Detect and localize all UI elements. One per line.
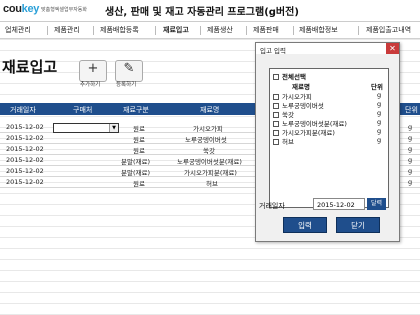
list-header-name: 재료명 [292,83,310,91]
register-label: 등록하기 [116,82,137,88]
coukey-logo: coukey [3,3,40,15]
menu-production[interactable]: 제품생산 [207,25,233,35]
menu-recipe-info[interactable]: 제품배합정보 [299,25,338,35]
material-list[interactable]: 전체선택 재료명 단위 가시오가피 g 노루궁뎅이버섯 g 쑥갓 g 노루궁뎅이… [269,68,389,208]
app-title: 생산, 판매 및 재고 자동관리 프로그램(g버전) [105,7,299,18]
dialog-title: 입고 입력 [256,43,399,55]
date-field[interactable]: 2015-12-02 [313,198,365,210]
page-title: 재료입고 [2,58,58,76]
input-button[interactable]: 입력 [283,217,327,233]
pencil-icon: ✎ [123,61,135,76]
checkbox-icon[interactable] [273,139,279,145]
top-bar: coukey 맞춤형엑셀업무자동화 생산, 판매 및 재고 자동관리 프로그램(… [0,0,420,22]
calendar-button[interactable]: 달력 [367,198,386,210]
logo-tagline: 맞춤형엑셀업무자동화 [41,7,88,13]
col-unit: 단위 [405,106,418,114]
menu-inout-history[interactable]: 제품입출고내역 [366,25,411,35]
register-button[interactable]: ✎ [115,60,143,82]
menu-recipe-register[interactable]: 제품배합등록 [100,25,139,35]
chevron-down-icon[interactable]: ▼ [109,124,118,132]
menu-bar: 업체관리 제품관리 제품배합등록 재료입고 제품생산 제품판매 제품배합정보 제… [0,22,420,39]
add-label: 추가하기 [80,82,101,88]
vendor-dropdown[interactable]: ▼ [53,123,119,133]
receiving-input-dialog: 입고 입력 ✕ 전체선택 재료명 단위 가시오가피 g 노루궁뎅이버섯 g 쑥갓… [255,42,400,242]
menu-vendor[interactable]: 업체관리 [5,25,31,35]
menu-material-receiving[interactable]: 재료입고 [163,25,189,35]
col-category: 재료구분 [123,106,149,114]
plus-icon: + [87,61,99,76]
close-button[interactable]: 닫기 [336,217,380,233]
col-vendor: 구매처 [73,106,93,114]
checkbox-icon[interactable] [273,74,279,80]
menu-product[interactable]: 제품관리 [54,25,80,35]
list-header-unit: 단위 [371,83,383,91]
col-date: 거래일자 [10,106,36,114]
close-icon[interactable]: ✕ [386,43,399,54]
menu-sales[interactable]: 제품판매 [253,25,279,35]
col-material-name: 재료명 [200,106,220,114]
add-button[interactable]: + [79,60,107,82]
list-item[interactable]: 허브 [273,136,294,146]
select-all-checkbox[interactable]: 전체선택 [273,71,306,81]
date-label: 거래일자 [259,202,285,210]
